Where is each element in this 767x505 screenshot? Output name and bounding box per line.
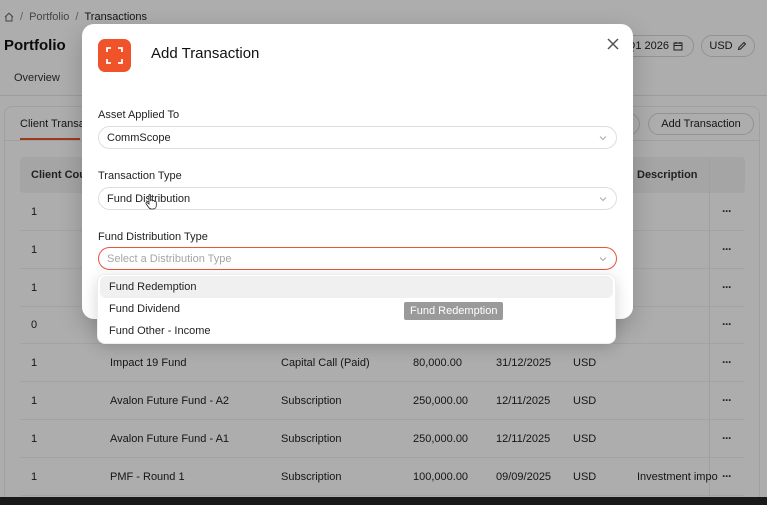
option-tooltip: Fund Redemption xyxy=(404,302,504,320)
asset-label: Asset Applied To xyxy=(98,109,180,121)
option-fund-redemption[interactable]: Fund Redemption xyxy=(100,276,613,298)
close-icon[interactable] xyxy=(605,36,621,52)
transaction-type-label: Transaction Type xyxy=(98,170,182,182)
distribution-type-dropdown: Fund Redemption Fund Dividend Fund Other… xyxy=(97,274,616,344)
mouse-pointer-icon xyxy=(145,194,157,210)
bottom-bar xyxy=(0,497,767,505)
distribution-type-label: Fund Distribution Type xyxy=(98,231,208,243)
asset-value: CommScope xyxy=(107,131,171,144)
transaction-type-select[interactable]: Fund Distribution xyxy=(98,187,617,210)
modal-title: Add Transaction xyxy=(151,45,260,62)
distribution-type-placeholder: Select a Distribution Type xyxy=(107,252,232,265)
chevron-down-icon xyxy=(599,136,607,141)
option-fund-dividend[interactable]: Fund Dividend xyxy=(98,298,615,320)
chevron-down-icon xyxy=(599,197,607,202)
chevron-down-icon xyxy=(599,257,607,262)
option-fund-other-income[interactable]: Fund Other - Income xyxy=(98,320,615,342)
distribution-type-select[interactable]: Select a Distribution Type xyxy=(98,247,617,270)
asset-select[interactable]: CommScope xyxy=(98,126,617,149)
scan-icon xyxy=(98,39,131,72)
